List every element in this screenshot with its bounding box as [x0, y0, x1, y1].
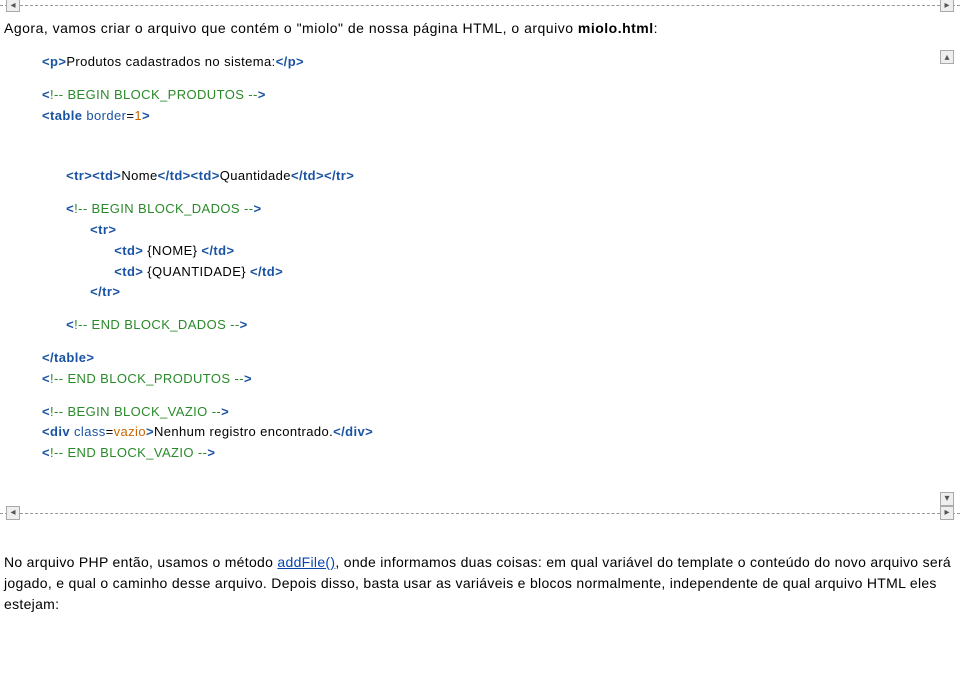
code-line-8: <td> {QUANTIDADE} </td>	[42, 262, 954, 283]
code-line-1: <p>Produtos cadastrados no sistema:</p>	[42, 52, 954, 73]
code-line-15: <!-- END BLOCK_VAZIO -->	[42, 443, 954, 464]
code-line-7: <td> {NOME} </td>	[42, 241, 954, 262]
code-line-4: <tr><td>Nome</td><td>Quantidade</td></tr…	[42, 166, 954, 187]
code-line-11: </table>	[42, 348, 954, 369]
code-line-5: <!-- BEGIN BLOCK_DADOS -->	[42, 199, 954, 220]
scroll-left-icon-bottom[interactable]: ◂	[6, 506, 20, 520]
addfile-link[interactable]: addFile()	[277, 554, 335, 570]
scroll-right-icon-bottom[interactable]: ▸	[940, 506, 954, 520]
section-bottom-divider: ◂ ▸	[0, 508, 960, 520]
divider-line	[0, 5, 960, 6]
code-line-2: <!-- BEGIN BLOCK_PRODUTOS -->	[42, 85, 954, 106]
explain-text-1: No arquivo PHP então, usamos o método	[4, 554, 277, 570]
intro-text-suffix: :	[654, 20, 658, 36]
intro-filename: miolo.html	[578, 20, 654, 36]
divider-line-bottom	[0, 513, 960, 514]
code-line-14: <div class=vazio>Nenhum registro encontr…	[42, 422, 954, 443]
scroll-left-icon[interactable]: ◂	[6, 0, 20, 12]
code-line-10: <!-- END BLOCK_DADOS -->	[42, 315, 954, 336]
scroll-right-icon[interactable]: ▸	[940, 0, 954, 12]
intro-paragraph: Agora, vamos criar o arquivo que contém …	[0, 12, 960, 48]
code-scroll-down-icon[interactable]: ▾	[940, 492, 954, 506]
code-line-9: </tr>	[42, 282, 954, 303]
code-line-13: <!-- BEGIN BLOCK_VAZIO -->	[42, 402, 954, 423]
code-line-6: <tr>	[42, 220, 954, 241]
explanation-paragraph: No arquivo PHP então, usamos o método ad…	[0, 542, 960, 623]
code-line-3: <table border=1>	[42, 106, 954, 127]
section-top-divider: ◂ ▸	[0, 0, 960, 12]
code-block: ▴ ▾ <p>Produtos cadastrados no sistema:<…	[0, 48, 960, 508]
code-line-12: <!-- END BLOCK_PRODUTOS -->	[42, 369, 954, 390]
code-scroll-up-icon[interactable]: ▴	[940, 50, 954, 64]
intro-text-prefix: Agora, vamos criar o arquivo que contém …	[4, 20, 578, 36]
